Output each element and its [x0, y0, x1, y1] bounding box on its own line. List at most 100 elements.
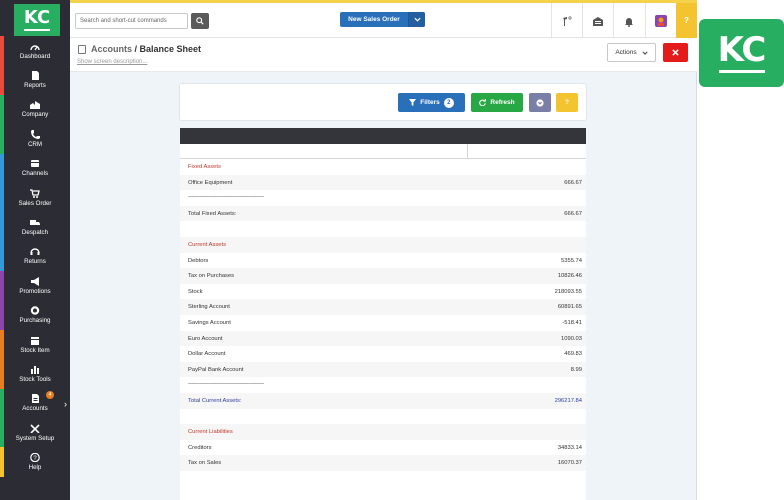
show-screen-description-link[interactable]: Show screen description...	[77, 59, 147, 65]
top-help-button[interactable]: ?	[676, 3, 697, 38]
warehouse-icon	[593, 16, 603, 26]
sidebar-item-stripe	[0, 329, 4, 360]
sidebar-item-label: Despatch	[21, 229, 49, 237]
phone-icon	[31, 129, 40, 139]
report-row-label: Total Current Assets:	[188, 397, 242, 404]
accounts-icon	[32, 394, 39, 404]
report-section-heading: Current Assets	[180, 236, 586, 253]
sidebar-item-stock-item[interactable]: Stock Item	[0, 329, 70, 360]
app-window: KC Dashboard Reports Company CRM Channels Sal…	[0, 0, 784, 500]
sidebar-item-dashboard[interactable]: Dashboard	[0, 36, 70, 66]
sidebar-item-label: Stock Item	[20, 346, 50, 354]
notification-badge: 4	[46, 390, 54, 399]
filters-label: Filters	[420, 99, 440, 106]
sidebar-item-stock-tools[interactable]: Stock Tools	[0, 359, 70, 389]
report-row-value: -518.41	[562, 319, 582, 326]
sidebar-item-purchasing[interactable]: Purchasing	[0, 300, 70, 330]
new-sales-order-label: New Sales Order	[348, 16, 400, 23]
sidebar-item-stripe	[0, 94, 4, 125]
help-button[interactable]: ?	[556, 93, 578, 112]
report-row-label: Creditors	[188, 444, 212, 451]
search-input[interactable]: Search and short-cut commands	[75, 13, 188, 29]
report-column-header	[180, 144, 586, 159]
report-row-value: 5355.74	[561, 257, 582, 264]
report-row-value: 60891.65	[557, 304, 582, 311]
report-spacer-row	[180, 221, 586, 237]
channels-icon	[31, 160, 39, 168]
sidebar-item-promotions[interactable]: Promotions	[0, 271, 70, 301]
report-row-label: Savings Account	[188, 319, 231, 326]
sidebar-item-channels[interactable]: Channels	[0, 153, 70, 183]
report-row: PayPal Bank Account 8.99	[180, 361, 586, 378]
filters-button[interactable]: Filters 2	[398, 93, 465, 112]
sidebar-item-accounts[interactable]: Accounts 4 ›	[0, 388, 70, 419]
sidebar-item-returns[interactable]: Returns	[0, 241, 70, 272]
page-document-icon	[78, 45, 86, 54]
report-row: ----------------------------------------…	[180, 377, 586, 393]
report-row: Tax on Sales 16070.37	[180, 455, 586, 471]
report-row-value: 34833.14	[557, 444, 582, 451]
report-row-value: 8.99	[570, 366, 582, 373]
sidebar-item-company[interactable]: Company	[0, 94, 70, 125]
search-button[interactable]	[191, 13, 209, 29]
sidebar: KC Dashboard Reports Company CRM Channels Sal…	[0, 0, 70, 500]
sidebar-item-reports[interactable]: Reports	[0, 65, 70, 95]
report-row-label: Dollar Account	[188, 351, 226, 358]
breadcrumb-accounts[interactable]: Accounts	[91, 44, 132, 54]
notifications-button[interactable]	[613, 3, 644, 39]
page-title: Balance Sheet	[139, 44, 202, 54]
report-row: Creditors 34833.14	[180, 440, 586, 456]
megaphone-icon	[31, 276, 39, 286]
sidebar-item-stripe	[0, 182, 4, 213]
report-row: Debtors 5355.74	[180, 253, 586, 269]
report-row-value: 218093.55	[554, 288, 582, 295]
sidebar-item-label: Returns	[24, 258, 46, 266]
close-button[interactable]	[663, 43, 688, 62]
chevron-right-icon[interactable]: ›	[64, 399, 67, 409]
options-button[interactable]	[529, 93, 551, 112]
kc-logo[interactable]: KC	[14, 4, 60, 36]
help-circle-icon: ?	[30, 453, 40, 463]
report-row-label: Debtors	[188, 257, 209, 264]
wrench-icon	[563, 16, 572, 26]
report-row: ----------------------------------------…	[180, 190, 586, 206]
sidebar-item-label: Accounts	[22, 405, 48, 413]
new-sales-order-button[interactable]: New Sales Order	[340, 12, 425, 27]
report-row: Stock 218093.55	[180, 284, 586, 300]
sidebar-nav: Dashboard Reports Company CRM Channels Sales …	[0, 36, 70, 477]
bar-chart-icon	[31, 365, 39, 374]
sidebar-item-crm[interactable]: CRM	[0, 124, 70, 154]
refresh-icon	[479, 99, 487, 106]
sidebar-item-sales-order[interactable]: Sales Order	[0, 182, 70, 213]
sidebar-item-stripe	[0, 418, 4, 448]
report-row: Total Current Assets: 296217.84	[180, 392, 586, 409]
report-row: Tax on Purchases 10826.46	[180, 268, 586, 284]
sidebar-item-stripe	[0, 65, 4, 95]
new-sales-order-dropdown[interactable]	[408, 12, 425, 27]
report-row-label: Current Liabilities	[188, 429, 233, 436]
report-row-label: PayPal Bank Account	[188, 366, 244, 373]
sidebar-item-system-setup[interactable]: System Setup	[0, 418, 70, 448]
sidebar-item-label: Promotions	[19, 287, 51, 295]
actions-dropdown[interactable]: Actions	[607, 43, 656, 62]
report-row: Savings Account -518.41	[180, 315, 586, 331]
company-icon	[30, 101, 40, 110]
sidebar-item-label: Sales Order	[18, 199, 52, 207]
sidebar-item-label: Dashboard	[19, 52, 51, 60]
sidebar-item-label: Help	[28, 464, 42, 472]
report-row-label: ----------------------------------------…	[188, 381, 264, 388]
sidebar-item-help[interactable]: ? Help	[0, 447, 70, 477]
refresh-button[interactable]: Refresh	[471, 93, 523, 112]
breadcrumb: Accounts / Balance Sheet	[91, 44, 201, 54]
tools-shortcut[interactable]	[551, 3, 582, 39]
dashboard-icon	[30, 45, 40, 51]
coin-icon	[30, 306, 40, 315]
report-row-label: Euro Account	[188, 335, 223, 342]
sidebar-item-despatch[interactable]: Despatch	[0, 212, 70, 242]
report-row-label: Tax on Purchases	[188, 273, 235, 280]
truck-icon	[30, 220, 40, 226]
report-row-label: Fixed Assets	[188, 164, 221, 170]
user-menu[interactable]	[645, 3, 676, 39]
document-icon	[32, 71, 39, 81]
warehouse-shortcut[interactable]	[582, 3, 613, 39]
